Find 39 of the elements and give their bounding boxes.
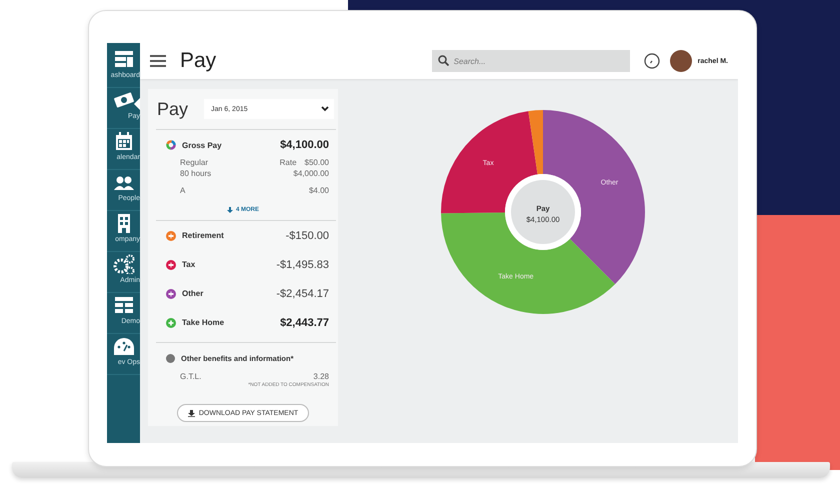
- menu-icon[interactable]: [150, 55, 166, 67]
- multicolor-ring-icon: [166, 140, 176, 150]
- pay-item-amount: -$1,495.83: [276, 258, 329, 270]
- detail-label: Regular: [180, 157, 208, 168]
- rate-label: Rate: [280, 157, 297, 168]
- nav-icon: [113, 336, 135, 356]
- pay-item-amount: $2,443.77: [280, 316, 329, 328]
- pay-item-label: Tax: [182, 260, 196, 269]
- nav-icon: [113, 131, 135, 151]
- detail-label: 80 hours: [180, 168, 212, 179]
- detail-value: $50.00: [304, 157, 329, 168]
- chevron-down-icon: [321, 106, 329, 112]
- download-icon: [188, 410, 195, 416]
- nav-icon: [113, 49, 135, 69]
- arrow-down-icon: [226, 207, 233, 213]
- search-icon: [438, 55, 449, 66]
- pay-item-label: Retirement: [182, 231, 225, 240]
- donut-slice[interactable]: [441, 111, 538, 214]
- center-disc: [511, 180, 575, 244]
- pay-item-amount: -$2,454.17: [276, 288, 329, 300]
- gross-pay-label: Gross Pay: [182, 140, 223, 150]
- card-title: Pay: [157, 98, 188, 120]
- search-field[interactable]: Search...: [432, 50, 630, 72]
- detail-value: $4.00: [308, 185, 329, 196]
- benefit-value: 3.28: [313, 371, 329, 382]
- detail-value: $4,000.00: [293, 168, 329, 179]
- pay-item-amount: -$150.00: [286, 230, 329, 242]
- page-title: Pay: [180, 49, 218, 73]
- avatar[interactable]: [670, 50, 692, 72]
- benefit-label: G.T.L.: [180, 371, 202, 382]
- gross-pay-amount: $4,100.00: [280, 139, 329, 151]
- pay-item-label: Take Home: [182, 318, 226, 327]
- nav-icon: [113, 295, 135, 315]
- clock-icon[interactable]: [644, 53, 660, 69]
- pay-item-label: Other: [182, 289, 204, 298]
- dot-icon: [166, 354, 175, 362]
- donut-slice[interactable]: [441, 212, 616, 314]
- detail-label: A: [180, 185, 186, 196]
- nav-icon: [113, 254, 135, 274]
